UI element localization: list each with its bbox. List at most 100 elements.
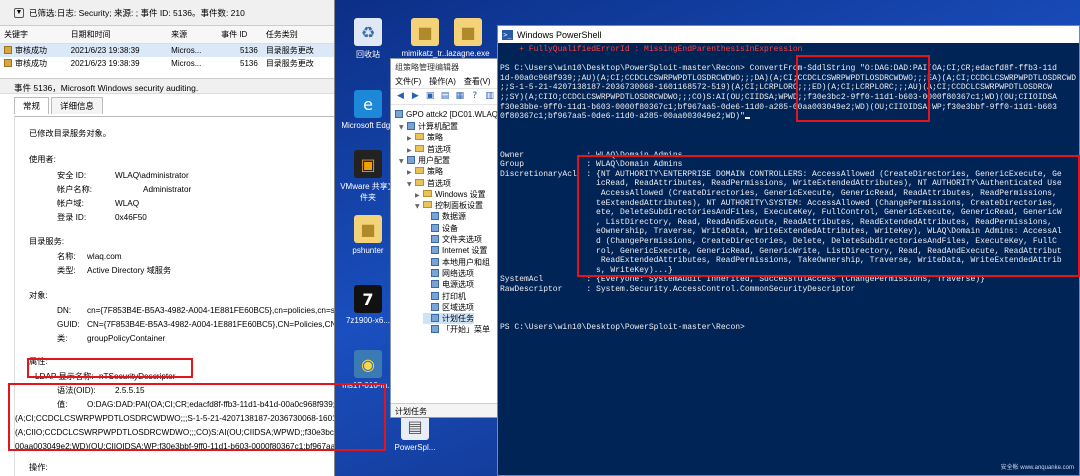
gpo-toolbar: ◀ ▶ ▣ ▤ ▦ ? ▥: [391, 89, 499, 105]
console-line-text: 0f80367c1;bf967aa5-0de6-11d0-a285-00aa00…: [500, 112, 745, 122]
sddl-value-line: O:DAG:DAD:PAI(OA;CI;CR;edacfd8f-ffb3-11d…: [87, 400, 335, 409]
console-line: teExtendedAttributes), NT AUTHORITY\SYST…: [500, 199, 1057, 209]
tree-node[interactable]: 「开始」菜单: [423, 324, 490, 335]
column-header-source[interactable]: 来源: [167, 26, 218, 44]
desktop-icon[interactable]: 7 7z1900-x6...: [338, 285, 398, 325]
forward-arrow-icon[interactable]: ▶: [410, 91, 421, 102]
settings-node-icon: [407, 155, 415, 164]
column-header-keyword[interactable]: 关键字: [0, 26, 67, 44]
tree-node[interactable]: ▼ 计算机配置: [399, 121, 458, 132]
console-line-text: d (ChangePermissions, CreateDirectories,…: [500, 237, 1057, 246]
folder-icon: [415, 178, 424, 186]
tree-node[interactable]: ▼ 用户配置: [399, 155, 450, 166]
desktop-icon[interactable]: ▤ PowerSpl...: [385, 412, 445, 452]
console-line-text: icRead, ReadAttributes, ReadPermissions,…: [500, 179, 1062, 189]
console-line-text: + FullyQualifiedErrorId : MissingEndPare…: [500, 45, 803, 54]
tree-node-label: 用户配置: [418, 155, 450, 165]
tree-node-label: 首选项: [427, 144, 451, 154]
console-line-text: ;;SY)(A;CIIO;CCDCLCSWRPWPDTLOSDRCWDWO;;;…: [500, 93, 1057, 102]
settings-node-icon: [431, 268, 439, 277]
console-line: PS C:\Users\win10\Desktop\PowerSploit-ma…: [500, 64, 1057, 74]
tree-node[interactable]: Internet 设置: [423, 245, 487, 256]
collapse-arrow-icon[interactable]: ▼: [407, 179, 415, 190]
tree-node[interactable]: 打印机: [423, 291, 466, 302]
tree-node[interactable]: ▼ 首选项: [407, 178, 451, 189]
desktop-icon[interactable]: ■ lazagne.exe: [438, 18, 498, 58]
column-header-task-category[interactable]: 任务类别: [261, 26, 334, 44]
powershell-window: >_ Windows PowerShell + FullyQualifiedEr…: [497, 25, 1080, 476]
subject-value: WLAQ: [115, 199, 140, 208]
desktop-icon[interactable]: ◉ ms17-010-m...: [338, 350, 398, 390]
help-icon[interactable]: ?: [469, 91, 480, 102]
folder-icon: ■: [454, 18, 482, 46]
desktop-icon[interactable]: ■ pshunter: [338, 215, 398, 255]
tree-node[interactable]: 本地用户和组: [423, 257, 490, 268]
console-line: ete, DeleteSubdirectoriesAndFiles, Execu…: [500, 208, 1062, 218]
back-arrow-icon[interactable]: ◀: [395, 91, 406, 102]
settings-node-icon: [431, 325, 439, 334]
tab-details[interactable]: 详细信息: [51, 97, 104, 114]
desktop-icon[interactable]: ♻ 回收站: [338, 18, 398, 60]
console-line: DiscretionaryAcl : {NT AUTHORITY\ENTERPR…: [500, 170, 1062, 180]
gpo-editor-window: 组策略管理编辑器 文件(F) 操作(A) 查看(V) ◀ ▶ ▣ ▤ ▦ ? ▥…: [390, 58, 500, 418]
column-header-event-id[interactable]: 事件 ID: [217, 26, 262, 44]
tab-general[interactable]: 常规: [14, 97, 50, 114]
gpo-editor-title: 组策略管理编辑器: [391, 59, 499, 75]
desktop-icon[interactable]: ▣ VMware 共享文件夹: [338, 150, 398, 203]
tree-node-label: 计划任务: [442, 314, 474, 324]
up-folder-icon[interactable]: ▣: [425, 91, 436, 102]
gpo-status-bar: 计划任务: [391, 403, 499, 417]
tree-node[interactable]: ▶ 策略: [407, 166, 443, 177]
console-line-text: s, WriteKey)...}: [500, 265, 673, 275]
tree-node[interactable]: 计划任务: [423, 313, 474, 325]
event-table-header: 关键字 日期和时间 来源 事件 ID 任务类别: [0, 26, 334, 44]
column-header-datetime[interactable]: 日期和时间: [66, 26, 168, 44]
watermark: 安全帐 www.anquanke.com: [1000, 465, 1074, 471]
tree-node-label: 电源选项: [442, 280, 474, 290]
tree-node-label: 设备: [442, 223, 458, 233]
cell-event-id: 5136: [217, 43, 262, 57]
tree-root[interactable]: GPO attck2 [DC01.WLAQ: [395, 109, 498, 120]
sddl-value-line: (A;CIIO;CCDCLCSWRPWPDTLOSDRCWDWO;;;CO)S:…: [15, 428, 335, 437]
properties-icon[interactable]: ▥: [484, 91, 495, 102]
directory-value: Active Directory 域服务: [87, 266, 172, 275]
cell-keyword-text: 审核成功: [15, 46, 47, 55]
directory-value: wlaq.com: [87, 252, 122, 261]
event-detail-body: 已修改目录服务对象。 使用者: 安全 ID: WLAQ\administrato…: [14, 116, 335, 476]
settings-node-icon: [407, 122, 415, 130]
table-row[interactable]: 审核成功 2021/6/23 19:38:39 Micros... 5136 目…: [0, 43, 334, 57]
tree-node[interactable]: ▶ 首选项: [407, 144, 451, 155]
tree-node[interactable]: 网络选项: [423, 268, 474, 279]
export-list-icon[interactable]: ▦: [454, 91, 465, 102]
console-line: rol, GenericExecute, GenericRead, Generi…: [500, 247, 1062, 257]
desktop-icon[interactable]: e Microsoft Edge: [338, 90, 398, 130]
filter-icon: ▼: [14, 7, 24, 18]
powershell-console[interactable]: + FullyQualifiedErrorId : MissingEndPare…: [498, 43, 1079, 475]
python-icon: ◉: [354, 350, 382, 378]
console-line: AccessAllowed (CreateDirectories, Generi…: [500, 189, 1057, 199]
collapse-arrow-icon[interactable]: ▼: [399, 156, 407, 167]
object-value: CN={7F853B4E-B5A3-4982-A004-1E881FE60BC5…: [87, 320, 335, 329]
tree-node[interactable]: 电源选项: [423, 279, 474, 290]
collapse-arrow-icon[interactable]: ▼: [399, 122, 407, 133]
object-key: DN:: [57, 306, 72, 315]
show-tree-icon[interactable]: ▤: [440, 91, 451, 102]
menu-action[interactable]: 操作(A): [429, 76, 456, 87]
tree-node[interactable]: 文件夹选项: [423, 234, 482, 245]
subject-value: Administrator: [143, 185, 192, 194]
tree-node[interactable]: ▼ 控制面板设置: [415, 200, 483, 211]
tree-node[interactable]: 区域选项: [423, 302, 474, 313]
tree-node[interactable]: 数据源: [423, 211, 466, 222]
tree-node[interactable]: 设备: [423, 223, 458, 234]
folder-icon: [415, 144, 424, 152]
table-row[interactable]: 审核成功 2021/6/23 19:38:39 Micros... 5136 目…: [0, 57, 334, 70]
menu-file[interactable]: 文件(F): [395, 76, 421, 87]
tree-node[interactable]: ▶ 策略: [407, 132, 443, 143]
operation-heading: 操作:: [29, 463, 48, 472]
tree-node[interactable]: ▶ Windows 设置: [415, 189, 486, 200]
folder-icon: [423, 201, 432, 209]
settings-node-icon: [431, 302, 439, 311]
tree-root-label: GPO attck2 [DC01.WLAQ: [406, 110, 499, 119]
collapse-arrow-icon[interactable]: ▼: [415, 201, 423, 212]
menu-view[interactable]: 查看(V): [464, 76, 491, 87]
